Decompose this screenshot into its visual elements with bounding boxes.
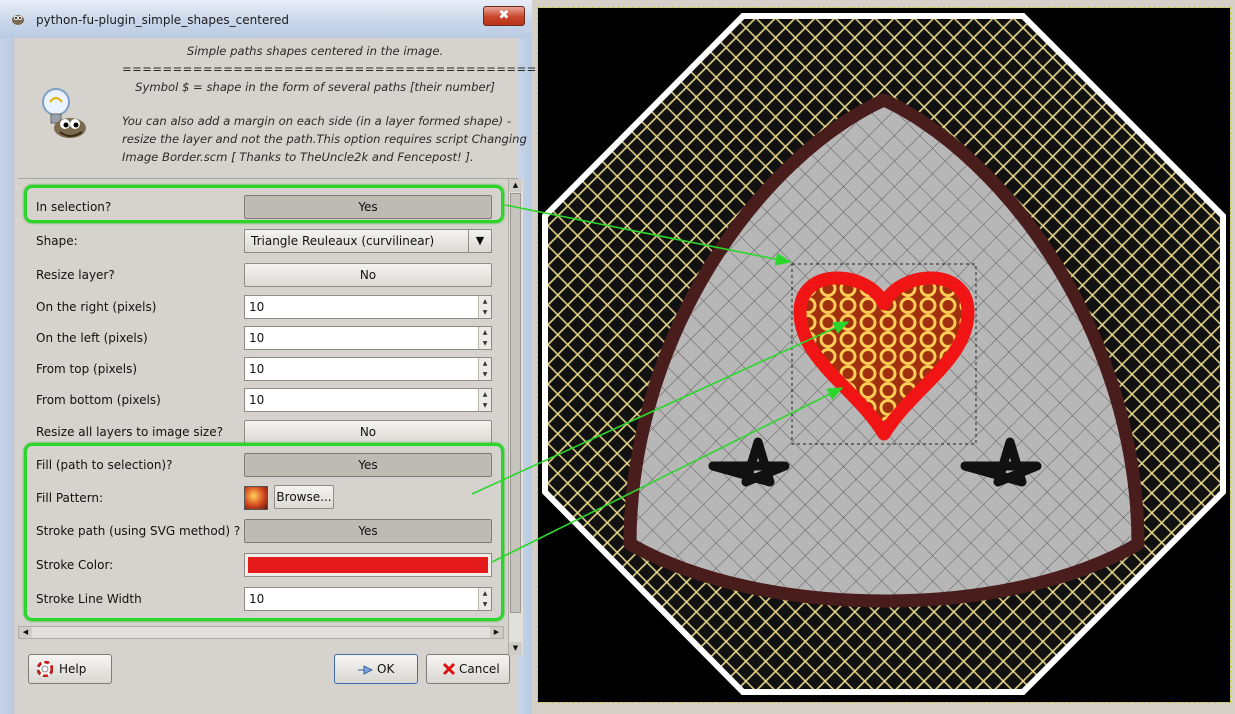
shape-dropdown[interactable]: Triangle Reuleaux (curvilinear) ▼ <box>244 229 492 253</box>
title-bar[interactable]: python-fu-plugin_simple_shapes_centered … <box>0 0 532 39</box>
chevron-down-icon[interactable]: ▼ <box>468 230 491 252</box>
from-top-value: 10 <box>249 362 265 376</box>
cancel-icon <box>442 662 456 676</box>
canvas-drawing <box>538 8 1230 702</box>
scroll-right-icon[interactable]: ▶ <box>490 627 503 638</box>
label-shape: Shape: <box>36 234 78 248</box>
on-right-spinbox[interactable]: 10 ▲ ▼ <box>244 295 492 319</box>
help-label: Help <box>59 662 87 676</box>
lightbulb-icon <box>42 88 86 138</box>
vertical-scrollbar[interactable]: ▲ ▼ <box>508 179 523 655</box>
description-line: You can also add a margin on each side (… <box>122 114 512 128</box>
scroll-up-icon[interactable]: ▲ <box>509 179 522 192</box>
plugin-dialog: python-fu-plugin_simple_shapes_centered … <box>0 0 547 714</box>
window-title: python-fu-plugin_simple_shapes_centered <box>36 13 289 27</box>
window-frame-left <box>0 38 14 714</box>
help-button[interactable]: Help <box>28 654 112 684</box>
shape-dropdown-value: Triangle Reuleaux (curvilinear) <box>251 234 435 248</box>
label-from-top: From top (pixels) <box>36 362 138 376</box>
resize-layer-toggle[interactable]: No <box>244 263 492 287</box>
label-on-right: On the right (pixels) <box>36 300 157 314</box>
image-canvas[interactable] <box>537 7 1231 703</box>
help-lifebuoy-icon <box>37 661 53 677</box>
on-left-value: 10 <box>249 331 265 345</box>
cancel-label: Cancel <box>459 662 500 676</box>
scroll-thumb[interactable] <box>510 193 521 613</box>
spin-arrows-icon[interactable]: ▲ ▼ <box>478 389 491 411</box>
scroll-down-icon[interactable]: ▼ <box>509 642 522 655</box>
label-resize-all: Resize all layers to image size? <box>36 425 223 439</box>
description-line: Symbol $ = shape in the form of several … <box>135 80 495 94</box>
row-resize-all: Resize all layers to image size? No <box>18 418 506 446</box>
description-line: Simple paths shapes centered in the imag… <box>186 44 444 58</box>
from-top-spinbox[interactable]: 10 ▲ ▼ <box>244 357 492 381</box>
parameters-form: In selection? Yes Shape: Triangle Reulea… <box>18 178 523 657</box>
description-line: resize the layer and not the path.This o… <box>122 132 527 146</box>
ok-label: OK <box>377 662 395 676</box>
cancel-button[interactable]: Cancel <box>426 654 510 684</box>
row-on-right: On the right (pixels) 10 ▲ ▼ <box>18 293 506 321</box>
row-shape: Shape: Triangle Reuleaux (curvilinear) ▼ <box>18 227 506 255</box>
ok-button[interactable]: OK <box>334 654 418 684</box>
description-header: Simple paths shapes centered in the imag… <box>30 38 547 178</box>
on-right-value: 10 <box>249 300 265 314</box>
resize-all-toggle[interactable]: No <box>244 420 492 444</box>
from-bottom-spinbox[interactable]: 10 ▲ ▼ <box>244 388 492 412</box>
row-on-left: On the left (pixels) 10 ▲ ▼ <box>18 324 506 352</box>
row-from-bottom: From bottom (pixels) 10 ▲ ▼ <box>18 386 506 414</box>
from-bottom-value: 10 <box>249 393 265 407</box>
label-from-bottom: From bottom (pixels) <box>36 393 161 407</box>
horizontal-scrollbar[interactable]: ◀ ▶ <box>18 626 504 639</box>
spin-arrows-icon[interactable]: ▲ ▼ <box>478 327 491 349</box>
description-divider: ========================================… <box>122 62 547 76</box>
scroll-left-icon[interactable]: ◀ <box>19 627 32 638</box>
label-on-left: On the left (pixels) <box>36 331 148 345</box>
label-resize-layer: Resize layer? <box>36 268 115 282</box>
ok-icon <box>358 665 373 675</box>
dialog-content: Simple paths shapes centered in the imag… <box>14 38 547 714</box>
on-left-spinbox[interactable]: 10 ▲ ▼ <box>244 326 492 350</box>
spin-arrows-icon[interactable]: ▲ ▼ <box>478 358 491 380</box>
spin-arrows-icon[interactable]: ▲ ▼ <box>478 296 491 318</box>
row-from-top: From top (pixels) 10 ▲ ▼ <box>18 355 506 383</box>
highlight-box <box>24 443 504 621</box>
window-close-button[interactable]: ✖ <box>483 6 525 26</box>
row-resize-layer: Resize layer? No <box>18 261 506 289</box>
gimp-wilber-icon <box>12 15 24 25</box>
highlight-box <box>24 185 504 223</box>
description-line: Image Border.scm [ Thanks to TheUncle2k … <box>122 150 474 164</box>
